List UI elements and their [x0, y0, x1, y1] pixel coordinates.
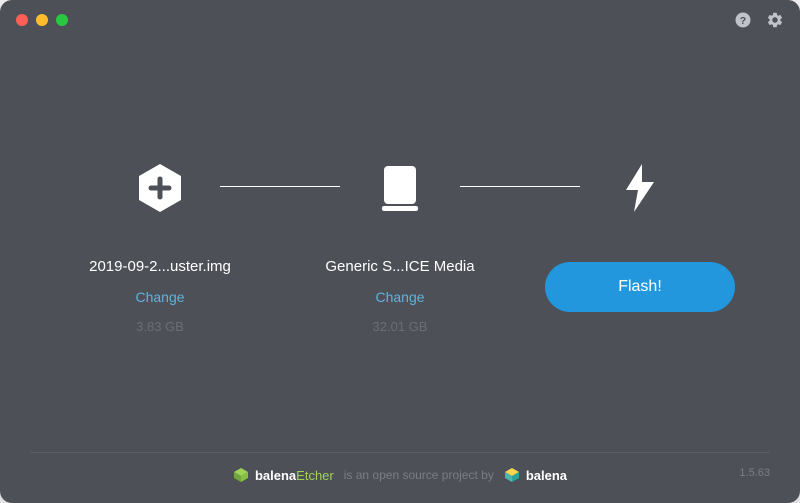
drive-icon	[378, 158, 422, 218]
cube-icon	[504, 467, 520, 483]
flash-bolt-icon	[622, 158, 658, 218]
minimize-window-button[interactable]	[36, 14, 48, 26]
titlebar: ?	[0, 0, 800, 40]
image-filename: 2019-09-2...uster.img	[89, 258, 231, 275]
connector-line	[220, 186, 340, 187]
close-window-button[interactable]	[16, 14, 28, 26]
brand-text-etcher: Etcher	[296, 468, 334, 483]
connector-line	[460, 186, 580, 187]
change-drive-link[interactable]: Change	[375, 289, 424, 305]
version-label: 1.5.63	[739, 467, 770, 479]
app-window: ? 2019-09-2...uster.img Change 3.83 GB	[0, 0, 800, 503]
steps-container: 2019-09-2...uster.img Change 3.83 GB Gen…	[60, 158, 740, 334]
step-select-drive: Generic S...ICE Media Change 32.01 GB	[300, 158, 500, 334]
settings-icon[interactable]	[766, 11, 784, 29]
traffic-lights	[16, 14, 68, 26]
drive-size: 32.01 GB	[373, 319, 428, 334]
maximize-window-button[interactable]	[56, 14, 68, 26]
svg-text:?: ?	[740, 15, 746, 27]
step-flash: Flash!	[540, 158, 740, 312]
cube-icon	[233, 467, 249, 483]
change-image-link[interactable]: Change	[135, 289, 184, 305]
image-size: 3.83 GB	[136, 319, 184, 334]
step-select-image: 2019-09-2...uster.img Change 3.83 GB	[60, 158, 260, 334]
flash-button[interactable]: Flash!	[545, 262, 735, 312]
main-content: 2019-09-2...uster.img Change 3.83 GB Gen…	[0, 40, 800, 452]
footer-tagline: is an open source project by	[344, 468, 494, 482]
plus-hexagon-icon	[134, 158, 186, 218]
brand-text-company: balena	[526, 468, 567, 483]
footer-center: balenaEtcher is an open source project b…	[233, 467, 567, 483]
brand-etcher[interactable]: balenaEtcher	[233, 467, 334, 483]
drive-name: Generic S...ICE Media	[325, 258, 474, 275]
footer: balenaEtcher is an open source project b…	[30, 452, 770, 483]
brand-text-balena: balena	[255, 468, 296, 483]
brand-balena-link[interactable]: balena	[504, 467, 567, 483]
titlebar-actions: ?	[734, 11, 784, 29]
help-icon[interactable]: ?	[734, 11, 752, 29]
